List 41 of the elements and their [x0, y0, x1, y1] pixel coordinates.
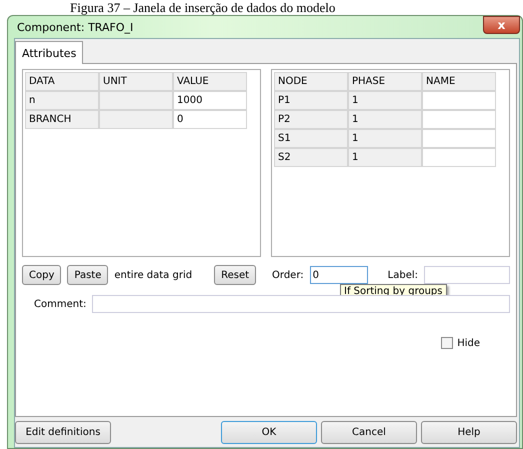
- reset-button[interactable]: Reset: [214, 265, 256, 285]
- table-cell: P2: [274, 110, 348, 129]
- column-header: NAME: [422, 72, 496, 91]
- table-cell: S2: [274, 148, 348, 167]
- table-cell: BRANCH: [25, 110, 99, 129]
- comment-label: Comment:: [34, 298, 86, 310]
- edit-definitions-button[interactable]: Edit definitions: [15, 421, 111, 444]
- label-label: Label:: [388, 270, 418, 280]
- table-cell[interactable]: [422, 129, 496, 148]
- table-cell: 1: [348, 129, 422, 148]
- tab[interactable]: Attributes: [15, 41, 84, 64]
- paste-button[interactable]: Paste: [67, 265, 108, 285]
- table-cell[interactable]: 0: [173, 110, 247, 129]
- cancel-button[interactable]: Cancel: [321, 421, 417, 444]
- order-field[interactable]: 0: [310, 266, 368, 284]
- comment-field[interactable]: [92, 295, 510, 313]
- help-button[interactable]: Help: [421, 421, 517, 444]
- order-label: Order:: [272, 270, 304, 280]
- table-cell[interactable]: 1000: [173, 91, 247, 110]
- table-cell[interactable]: [422, 110, 496, 129]
- figure-caption: Figura 37 – Janela de inserção de dados do modelo: [69, 0, 336, 15]
- column-header: DATA: [25, 72, 99, 91]
- copy-button[interactable]: Copy: [22, 265, 62, 285]
- label-field[interactable]: [424, 266, 510, 284]
- grid-note: entire data grid: [114, 270, 192, 280]
- table-cell[interactable]: [422, 91, 496, 110]
- table-cell[interactable]: [422, 148, 496, 167]
- table-cell: 1: [348, 110, 422, 129]
- table-cell: n: [25, 91, 99, 110]
- ok-button[interactable]: OK: [221, 421, 317, 444]
- table-cell: P1: [274, 91, 348, 110]
- hide-checkbox[interactable]: [441, 337, 454, 349]
- column-header: VALUE: [173, 72, 247, 91]
- column-header: NODE: [274, 72, 348, 91]
- table-cell: S1: [274, 129, 348, 148]
- table-cell: 1: [348, 91, 422, 110]
- window-title: Component: TRAFO_I: [16, 20, 134, 34]
- hide-label: Hide: [457, 338, 480, 348]
- column-header: UNIT: [99, 72, 173, 91]
- table-cell: 1: [348, 148, 422, 167]
- column-header: PHASE: [348, 72, 422, 91]
